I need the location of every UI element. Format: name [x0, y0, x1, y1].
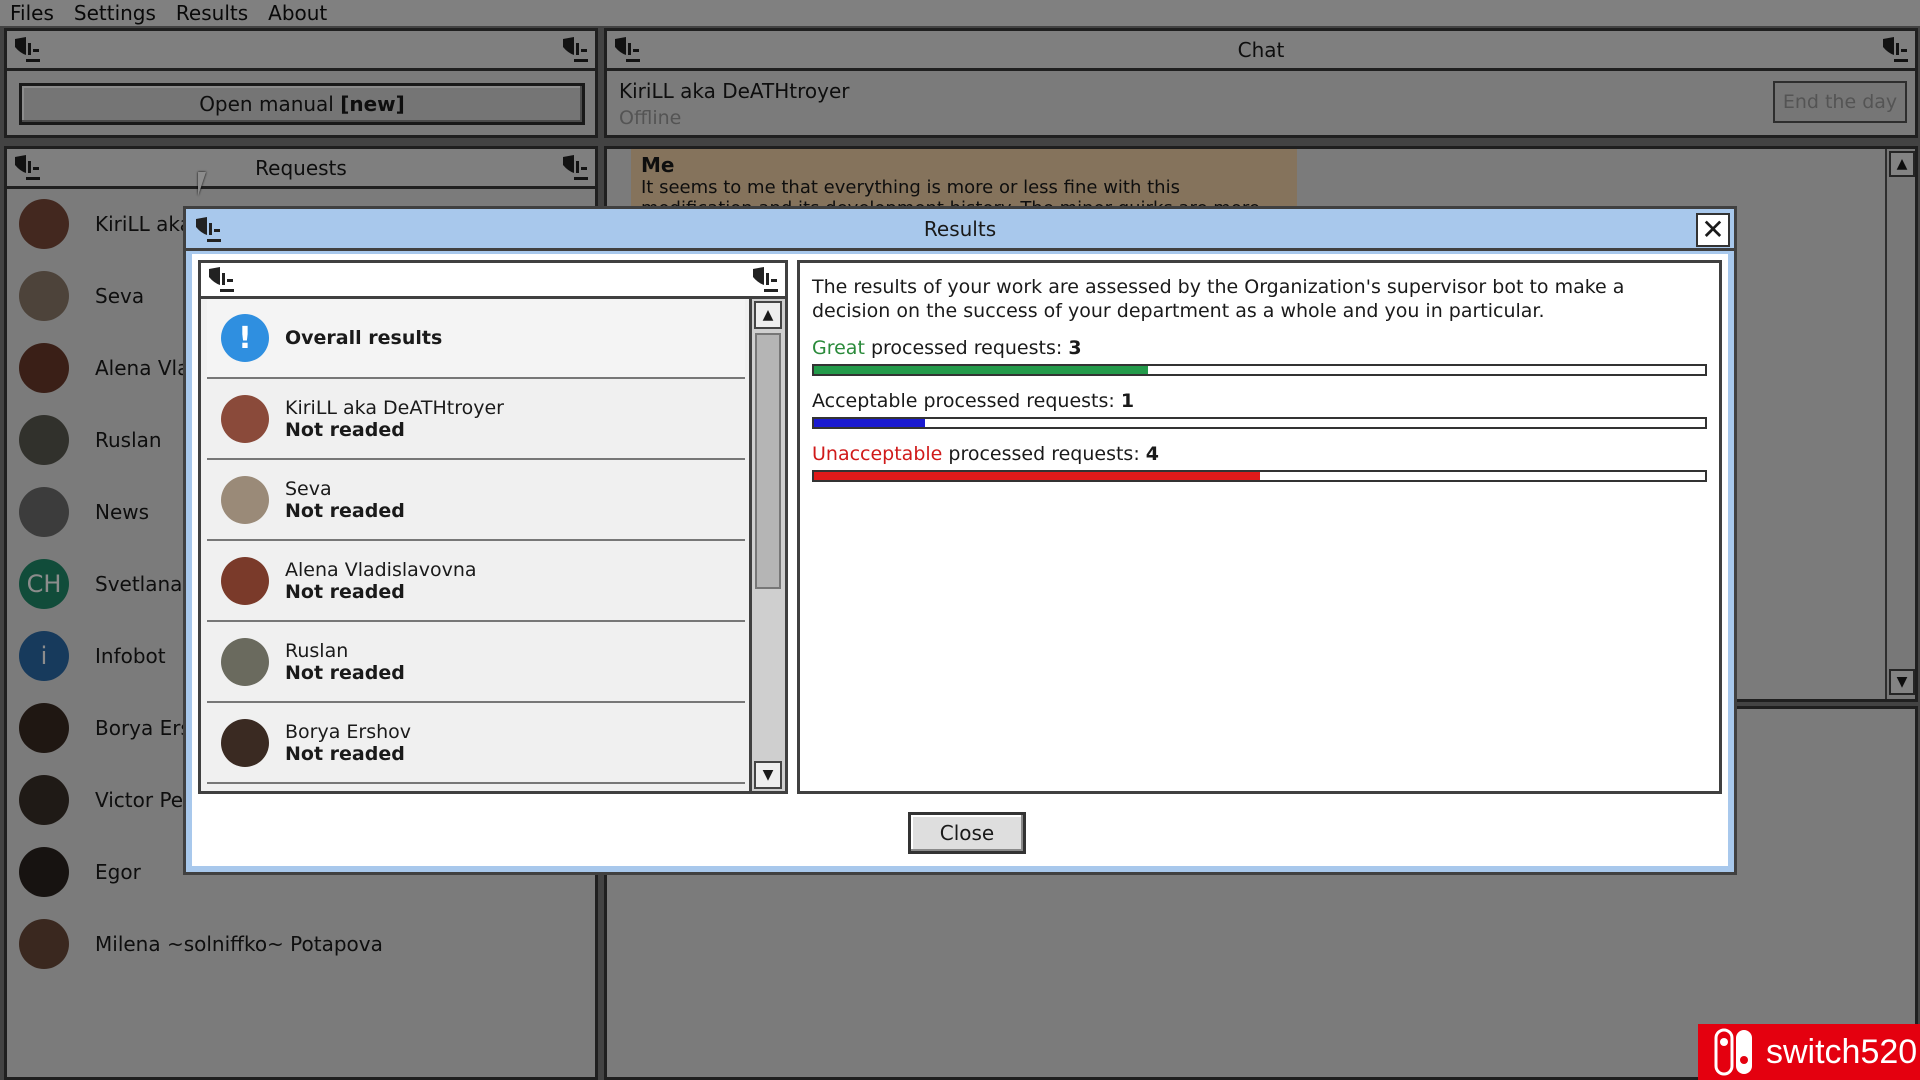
watermark: switch520 — [1698, 1024, 1920, 1080]
list-item-text: Borya Ershov Not readed — [285, 721, 411, 765]
avatar — [221, 556, 269, 605]
result-progress-fill — [814, 419, 926, 427]
results-dialog-body: ! Overall results KiriLL aka DeATHtroyer No… — [192, 254, 1728, 866]
results-dialog: Results ✕ ! Overall results KiriLL aka DeA… — [183, 206, 1737, 875]
list-item-status: Not readed — [285, 418, 405, 441]
result-count: 3 — [1068, 337, 1082, 359]
list-item-text: Ruslan Not readed — [285, 640, 405, 684]
list-item[interactable]: Seva Not readed — [207, 460, 745, 541]
scrollbar-thumb[interactable] — [755, 333, 781, 589]
list-item-title: KiriLL aka DeATHtroyer — [285, 396, 504, 419]
watermark-text: switch520 — [1766, 1032, 1918, 1071]
result-row: Great processed requests: 3 — [812, 337, 1707, 376]
result-progress-bar — [812, 417, 1707, 429]
result-text: Acceptable processed requests: — [812, 390, 1121, 412]
info-icon: ! — [221, 314, 269, 362]
result-row: Acceptable processed requests: 1 — [812, 390, 1707, 429]
shield-icon — [747, 263, 783, 297]
result-text: processed requests: — [942, 443, 1146, 465]
result-category: Unacceptable — [812, 443, 943, 465]
result-progress-bar — [812, 364, 1707, 376]
list-item-title: Alena Vladislavovna — [285, 558, 477, 581]
shield-icon — [190, 213, 226, 247]
results-rows: Great processed requests: 3 Acceptable pr… — [812, 337, 1707, 482]
list-item-title: Overall results — [285, 327, 443, 349]
result-progress-fill — [814, 472, 1260, 480]
results-description: The results of your work are assessed by… — [812, 276, 1625, 322]
list-item-status: Not readed — [285, 742, 405, 765]
close-button[interactable]: Close — [908, 812, 1026, 854]
list-item-title: Borya Ershov — [285, 720, 412, 743]
result-label: Unacceptable processed requests: 4 — [812, 443, 1707, 465]
overall-results-item[interactable]: ! Overall results — [207, 299, 745, 379]
result-category: Great — [812, 337, 865, 359]
list-item[interactable]: Ruslan Not readed — [207, 622, 745, 703]
scroll-down-arrow-icon[interactable]: ▼ — [754, 761, 782, 789]
list-item[interactable]: Borya Ershov Not readed — [207, 703, 745, 784]
results-list-pane: ! Overall results KiriLL aka DeATHtroyer No… — [198, 260, 788, 794]
list-item-status: Not readed — [285, 580, 405, 603]
avatar — [221, 637, 269, 686]
list-item-title: Seva — [285, 477, 332, 500]
result-row: Unacceptable processed requests: 4 — [812, 443, 1707, 482]
result-progress-fill — [814, 366, 1149, 374]
list-item-text: KiriLL aka DeATHtroyer Not readed — [285, 397, 504, 441]
list-item[interactable]: KiriLL aka DeATHtroyer Not readed — [207, 379, 745, 460]
shield-icon — [203, 263, 239, 297]
scroll-up-arrow-icon[interactable]: ▲ — [754, 301, 782, 329]
results-list: ! Overall results KiriLL aka DeATHtroyer No… — [201, 299, 751, 791]
list-item-text: Overall results — [285, 327, 442, 349]
result-progress-bar — [812, 470, 1707, 482]
list-item-status: Not readed — [285, 499, 405, 522]
avatar — [221, 718, 269, 767]
result-label: Acceptable processed requests: 1 — [812, 390, 1707, 412]
result-text: processed requests: — [864, 337, 1069, 359]
result-count: 4 — [1145, 443, 1159, 465]
results-list-scrollbar[interactable]: ▲ ▼ — [749, 299, 785, 791]
close-icon[interactable]: ✕ — [1696, 213, 1730, 247]
results-list-header — [201, 263, 785, 299]
list-item-status: Not readed — [285, 661, 405, 684]
result-label: Great processed requests: 3 — [812, 337, 1707, 359]
results-dialog-title: Results — [923, 216, 997, 241]
list-item[interactable]: Alena Vladislavovna Not readed — [207, 541, 745, 622]
list-item-text: Alena Vladislavovna Not readed — [285, 559, 477, 603]
avatar — [221, 475, 269, 524]
switch-logo-icon — [1708, 1026, 1760, 1078]
avatar — [221, 394, 269, 443]
results-detail-pane: The results of your work are assessed by… — [797, 260, 1722, 794]
results-dialog-titlebar: Results ✕ — [186, 209, 1734, 251]
list-item-text: Seva Not readed — [285, 478, 405, 522]
list-item-title: Ruslan — [285, 639, 349, 662]
result-count: 1 — [1120, 390, 1135, 412]
